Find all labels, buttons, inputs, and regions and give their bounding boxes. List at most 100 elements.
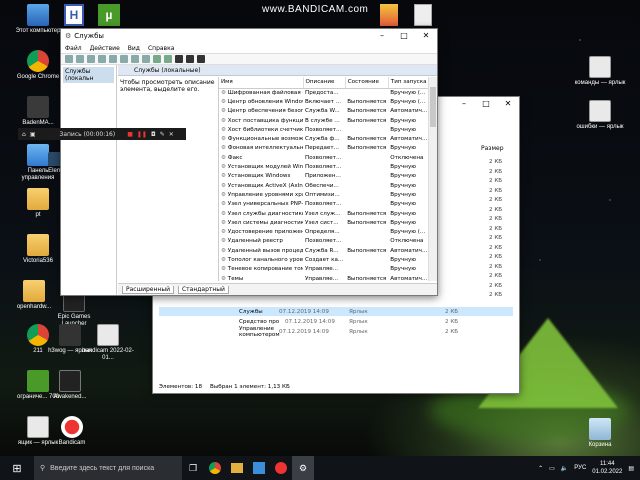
column-header-description[interactable]: Описание [303, 77, 346, 89]
clock[interactable]: 11:44 01.02.2022 [592, 460, 622, 476]
top-icon-file[interactable] [414, 4, 432, 26]
service-row[interactable]: ⚙ Управление уровнями хра... Оптимизи... В… [219, 190, 428, 199]
services-taskbar-icon[interactable]: ⚙ [292, 456, 314, 480]
start-alt-icon[interactable] [164, 55, 172, 63]
network-icon[interactable]: ▭ [549, 465, 555, 472]
desktop-icon[interactable]: Google Chrome [12, 50, 64, 81]
service-row[interactable]: ⚙ Удостоверение приложенияОпределя... Вру… [219, 227, 428, 236]
service-row[interactable]: ⚙ Центр обновления Windows Включает ... Вы… [219, 97, 428, 106]
desktop-icon[interactable]: pt [12, 188, 64, 219]
view-icon[interactable] [142, 55, 150, 63]
column-header-startup[interactable]: Тип запуска [388, 77, 428, 89]
top-icon-utorrent[interactable]: µ [98, 4, 120, 26]
scroll-thumb[interactable] [430, 87, 436, 127]
notifications-icon[interactable]: ▤ [628, 465, 634, 472]
top-icon-paint[interactable] [380, 4, 398, 26]
properties-icon[interactable] [98, 55, 106, 63]
menubar: Файл Действие Вид Справка [61, 43, 437, 53]
help-icon[interactable] [131, 55, 139, 63]
desktop-icon[interactable]: Корзина [574, 418, 626, 449]
app-taskbar-icon[interactable] [270, 456, 292, 480]
service-row[interactable]: ⚙ Факс Позволяет... Отключена [219, 153, 428, 162]
taskbar-search[interactable]: ⚲ Введите здесь текст для поиска [34, 456, 182, 480]
close-icon[interactable]: ✕ [169, 131, 174, 138]
service-row[interactable]: ⚙ Удаленный реестр Позволяет... Отключена [219, 237, 428, 246]
tree-item-services[interactable]: Службы (локальн [63, 67, 114, 83]
home-icon[interactable]: ⌂ [22, 131, 26, 138]
service-row[interactable]: ⚙ Фоновая интеллектуальна...Передает... В… [219, 144, 428, 153]
service-row[interactable]: ⚙ Узел службы диагностики Узел служ... Вып… [219, 209, 428, 218]
desktop-icon[interactable]: bandicam 2022-02-01... [82, 324, 134, 362]
service-row[interactable]: ⚙ Темы Управляе... Выполняется Автоматич... [219, 274, 428, 281]
task-view-icon[interactable]: ❐ [182, 456, 204, 480]
service-row[interactable]: ⚙ Удаленный вызов процеду...Служба R... В… [219, 246, 428, 255]
file-row[interactable]: Управление компьютером 07.12.2019 14:09 … [159, 326, 513, 338]
service-row[interactable]: ⚙ Центр обеспечения безоп... Служба W... В… [219, 107, 428, 116]
stop-icon[interactable] [175, 55, 183, 63]
desktop-icon[interactable]: Этот компьютер [12, 4, 64, 35]
desktop-icon[interactable]: команды — ярлык [574, 56, 626, 87]
services-window[interactable]: ⚙ Службы – □ ✕ Файл Действие Вид Справка С… [60, 28, 438, 296]
explorer-taskbar-icon[interactable] [226, 456, 248, 480]
tab-standard[interactable]: Стандартный [177, 285, 229, 294]
pause-icon[interactable] [186, 55, 194, 63]
console-tree-icon[interactable] [87, 55, 95, 63]
export-icon[interactable] [120, 55, 128, 63]
minimize-icon[interactable]: – [371, 29, 393, 43]
service-row[interactable]: ⚙ Установщик ActiveX (AxIns... Обеспечи..… [219, 181, 428, 190]
service-row[interactable]: ⚙ Шифрованная файловая с... Предоста... Вр… [219, 88, 428, 97]
chrome-taskbar-icon[interactable] [204, 456, 226, 480]
maximize-icon[interactable]: □ [393, 29, 415, 43]
file-row-selected[interactable]: Службы 07.12.2019 14:09 Ярлык 2 КБ [159, 307, 513, 316]
menu-help[interactable]: Справка [148, 45, 174, 52]
start-button[interactable]: ⊞ [0, 462, 34, 475]
service-startup-type: Вручную [390, 126, 416, 133]
close-icon[interactable]: ✕ [415, 29, 437, 43]
camera-icon[interactable]: ◘ [151, 131, 156, 138]
folder-icon[interactable]: ▣ [30, 131, 36, 138]
service-description-cell: Управляе... [305, 266, 339, 273]
service-description-cell: Приложен... [305, 173, 341, 180]
service-row[interactable]: ⚙ Функциональные возмож... Служба ф... Вып… [219, 134, 428, 143]
chevron-up-icon[interactable]: ⌃ [538, 465, 543, 472]
language-indicator[interactable]: РУС [574, 465, 586, 471]
volume-icon[interactable]: 🔈 [561, 465, 568, 472]
refresh-icon[interactable] [109, 55, 117, 63]
file-size-cell: 2 КБ [489, 216, 503, 222]
service-row[interactable]: ⚙ Узел системы диагностики Узел сист... Вы… [219, 218, 428, 227]
menu-view[interactable]: Вид [128, 45, 140, 52]
services-titlebar[interactable]: ⚙ Службы – □ ✕ [61, 29, 437, 43]
restart-icon[interactable] [197, 55, 205, 63]
forward-icon[interactable] [76, 55, 84, 63]
service-row[interactable]: ⚙ Установщик Windows Приложен... Вручную [219, 172, 428, 181]
minimize-icon[interactable]: – [453, 97, 475, 111]
menu-action[interactable]: Действие [90, 45, 120, 52]
back-icon[interactable] [65, 55, 73, 63]
column-header-name[interactable]: Имя [219, 77, 304, 89]
pause-record-icon[interactable]: ❚❚ [137, 131, 147, 138]
service-row[interactable]: ⚙ Теневое копирование тома Управляе... Вру… [219, 265, 428, 274]
menu-file[interactable]: Файл [65, 45, 82, 52]
maximize-icon[interactable]: □ [475, 97, 497, 111]
service-row[interactable]: ⚙ Установщик модулей Win... Позволяет... В… [219, 162, 428, 171]
start-icon[interactable] [153, 55, 161, 63]
tab-extended[interactable]: Расширенный [122, 285, 174, 294]
desktop-icon[interactable]: ошибки — ярлык [574, 100, 626, 131]
pen-icon[interactable]: ✎ [160, 131, 165, 138]
close-icon[interactable]: ✕ [497, 97, 519, 111]
top-icon-h[interactable]: H [64, 4, 84, 26]
desktop-icon[interactable]: Victoria536 [12, 234, 64, 265]
store-taskbar-icon[interactable] [248, 456, 270, 480]
service-row[interactable]: ⚙ Хост библиотеки счетчика...Позволяет..… [219, 125, 428, 134]
desktop-icon[interactable]: Awakened... [44, 370, 96, 401]
desktop-icon[interactable]: Bandicam [46, 416, 98, 447]
column-header-status[interactable]: Состояние [345, 77, 389, 89]
stop-record-icon[interactable]: ■ [127, 131, 133, 138]
bandicam-recorder-bar[interactable]: ⌂ ▣ Запись (00:00:16) ■ ❚❚ ◘ ✎ ✕ [18, 128, 186, 140]
desktop-icon[interactable]: BadenMA... [12, 96, 64, 127]
service-row[interactable]: ⚙ Узел универсальных PNP-... Позволяет...… [219, 200, 428, 209]
service-row[interactable]: ⚙ Хост поставщика функции...В службе ...… [219, 116, 428, 125]
explorer-size-header[interactable]: Размер [481, 145, 504, 152]
vertical-scrollbar[interactable] [428, 77, 437, 281]
service-row[interactable]: ⚙ Тополог канального уровня Создает ка...… [219, 255, 428, 264]
